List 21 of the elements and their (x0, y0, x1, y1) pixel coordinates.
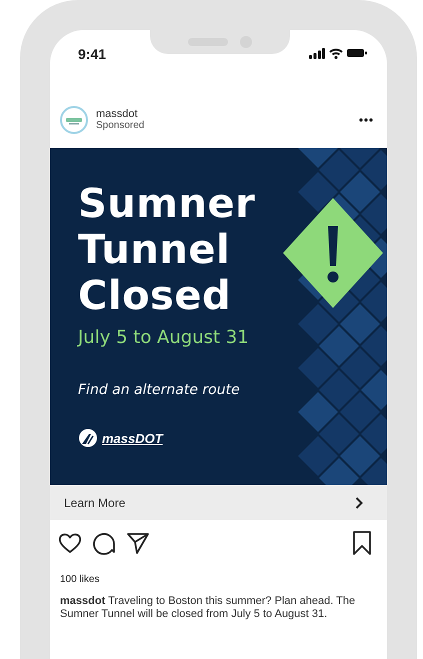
signal-icon (309, 48, 325, 58)
like-count: 100 likes (60, 574, 100, 585)
send-icon[interactable] (126, 532, 150, 554)
more-options-icon[interactable] (359, 118, 373, 122)
comment-icon[interactable] (92, 531, 116, 555)
chevron-right-icon (355, 496, 363, 508)
ad-dates: July 5 to August 31 (78, 327, 249, 348)
post-caption: massdot Traveling to Boston this summer? Plan ahead. The Sumner Tunnel will be closed from July 5 to August 31. (60, 595, 356, 621)
battery-icon (347, 48, 367, 58)
warning-diamond-icon (283, 198, 383, 308)
status-time: 9:41 (78, 46, 106, 62)
ad-headline: Sumner Tunnel Closed (78, 181, 256, 319)
heart-icon[interactable] (58, 532, 82, 554)
account-name[interactable]: massdot (96, 108, 351, 120)
road-logo-icon (78, 428, 98, 448)
wifi-icon (329, 48, 343, 58)
ad-logo-text: massDOT (102, 430, 163, 446)
bookmark-icon[interactable] (352, 531, 372, 555)
ad-tagline: Find an alternate route (78, 382, 240, 398)
sponsored-label: Sponsored (96, 120, 146, 132)
learn-more-button[interactable]: Learn More (50, 485, 387, 520)
